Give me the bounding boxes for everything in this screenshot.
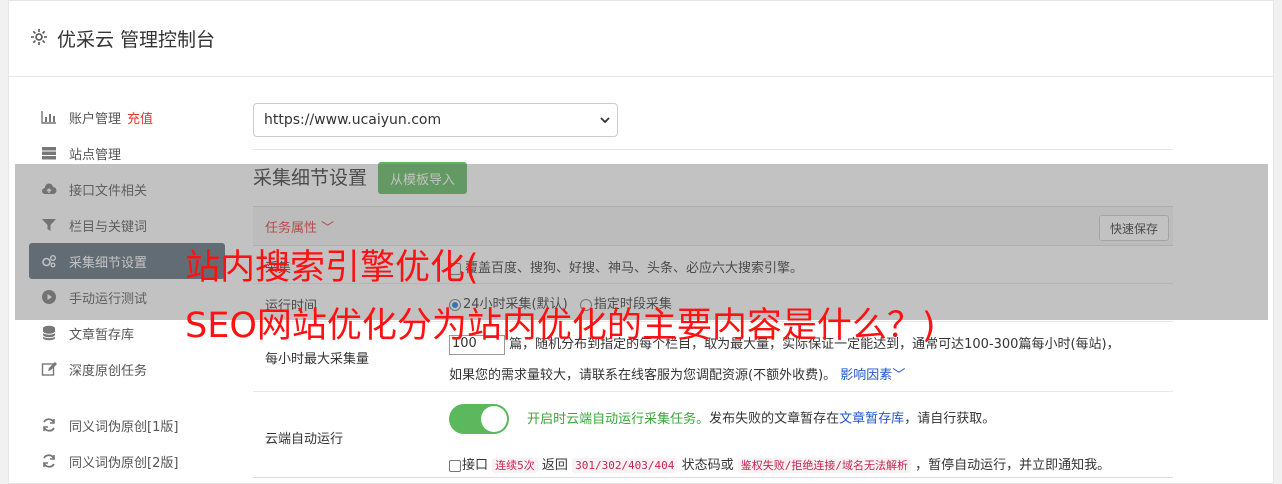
cloud-auto-run-line1: 开启时云端自动运行采集任务。发布失败的文章暂存在文章暂存库，请自行获取。 (449, 404, 995, 434)
sidebar-item-label: 站点管理 (69, 147, 122, 163)
line2-a: 接口 (462, 458, 489, 473)
page-title: 优采云 管理控制台 (57, 29, 216, 51)
site-select[interactable]: https://www.ucaiyun.com (253, 103, 618, 137)
auto-run-text-a: 发布失败的文章暂存在 (709, 411, 840, 427)
sidebar-item-deep-original[interactable]: 深度原创任务 (29, 351, 225, 387)
overlay-title-line2: SEO网站优化分为站内优化的主要内容是什么？) (185, 306, 936, 346)
notify-checkbox[interactable] (449, 459, 461, 472)
refresh-icon (41, 417, 57, 433)
refresh-icon (41, 453, 57, 469)
toggle-knob (481, 406, 507, 432)
sidebar-item-label: 同义词伪原创[1版] (69, 419, 179, 435)
sidebar-separator (29, 387, 225, 407)
chevron-down-icon: ﹀ (892, 368, 906, 383)
auto-run-green-text: 开启时云端自动运行采集任务。 (527, 411, 710, 427)
sidebar-item-label: 深度原创任务 (69, 363, 148, 379)
cloud-auto-run-toggle[interactable] (449, 404, 509, 434)
max-collect-line2: 如果您的需求量较大，请联系在线客服为您调配资源(不额外收费)。 影响因素﹀ (449, 364, 905, 383)
sidebar-item-account[interactable]: 账户管理 充值 (29, 99, 225, 135)
row-label: 每小时最大采集量 (265, 352, 370, 367)
database-icon (41, 325, 57, 341)
sidebar-item-label: 同义词伪原创[2版] (69, 455, 179, 471)
code-consecutive: 连续5次 (492, 458, 538, 473)
divider (253, 149, 1173, 150)
code-errors: 鉴权失败/拒绝连接/域名无法解析 (737, 458, 911, 473)
gear-icon (29, 27, 49, 47)
influence-factors-label: 影响因素 (840, 368, 893, 383)
article-store-link[interactable]: 文章暂存库 (839, 412, 904, 427)
bar-chart-icon (41, 109, 57, 125)
page-header: 优采云 管理控制台 (9, 1, 1273, 77)
recharge-link[interactable]: 充值 (127, 108, 153, 127)
code-status: 301/302/403/404 (572, 458, 678, 473)
cloud-auto-run-line2: 接口 连续5次 返回 301/302/403/404 状态码或 鉴权失败/拒绝连… (449, 454, 1110, 473)
row-label: 云端自动运行 (265, 432, 344, 447)
site-select-value: https://www.ucaiyun.com (264, 112, 442, 128)
sidebar-item-label: 文章暂存库 (69, 327, 135, 343)
line2-d: ，暂停自动运行，并立即通知我。 (915, 458, 1111, 473)
edit-icon (41, 361, 57, 377)
influence-factors-link[interactable]: 影响因素﹀ (840, 368, 905, 383)
sidebar-item-synonym-v2[interactable]: 同义词伪原创[2版] (29, 443, 225, 479)
auto-run-text-b: ，请自行获取。 (904, 411, 996, 427)
sidebar-item-label: 账户管理 (69, 111, 122, 127)
cloud-auto-run-row: 云端自动运行 开启时云端自动运行采集任务。发布失败的文章暂存在文章暂存库，请自行… (253, 392, 1173, 478)
server-icon (41, 145, 57, 161)
line2-c: 状态码或 (681, 458, 734, 473)
overlay-title-line1: 站内搜索引擎优化( (185, 248, 479, 288)
overlay-band (15, 164, 1268, 320)
max-collect-contact: 如果您的需求量较大，请联系在线客服为您调配资源(不额外收费)。 (449, 368, 837, 383)
chevron-down-icon (599, 114, 611, 126)
line2-b: 返回 (541, 458, 568, 473)
sidebar-item-synonym-v1[interactable]: 同义词伪原创[1版] (29, 407, 225, 443)
